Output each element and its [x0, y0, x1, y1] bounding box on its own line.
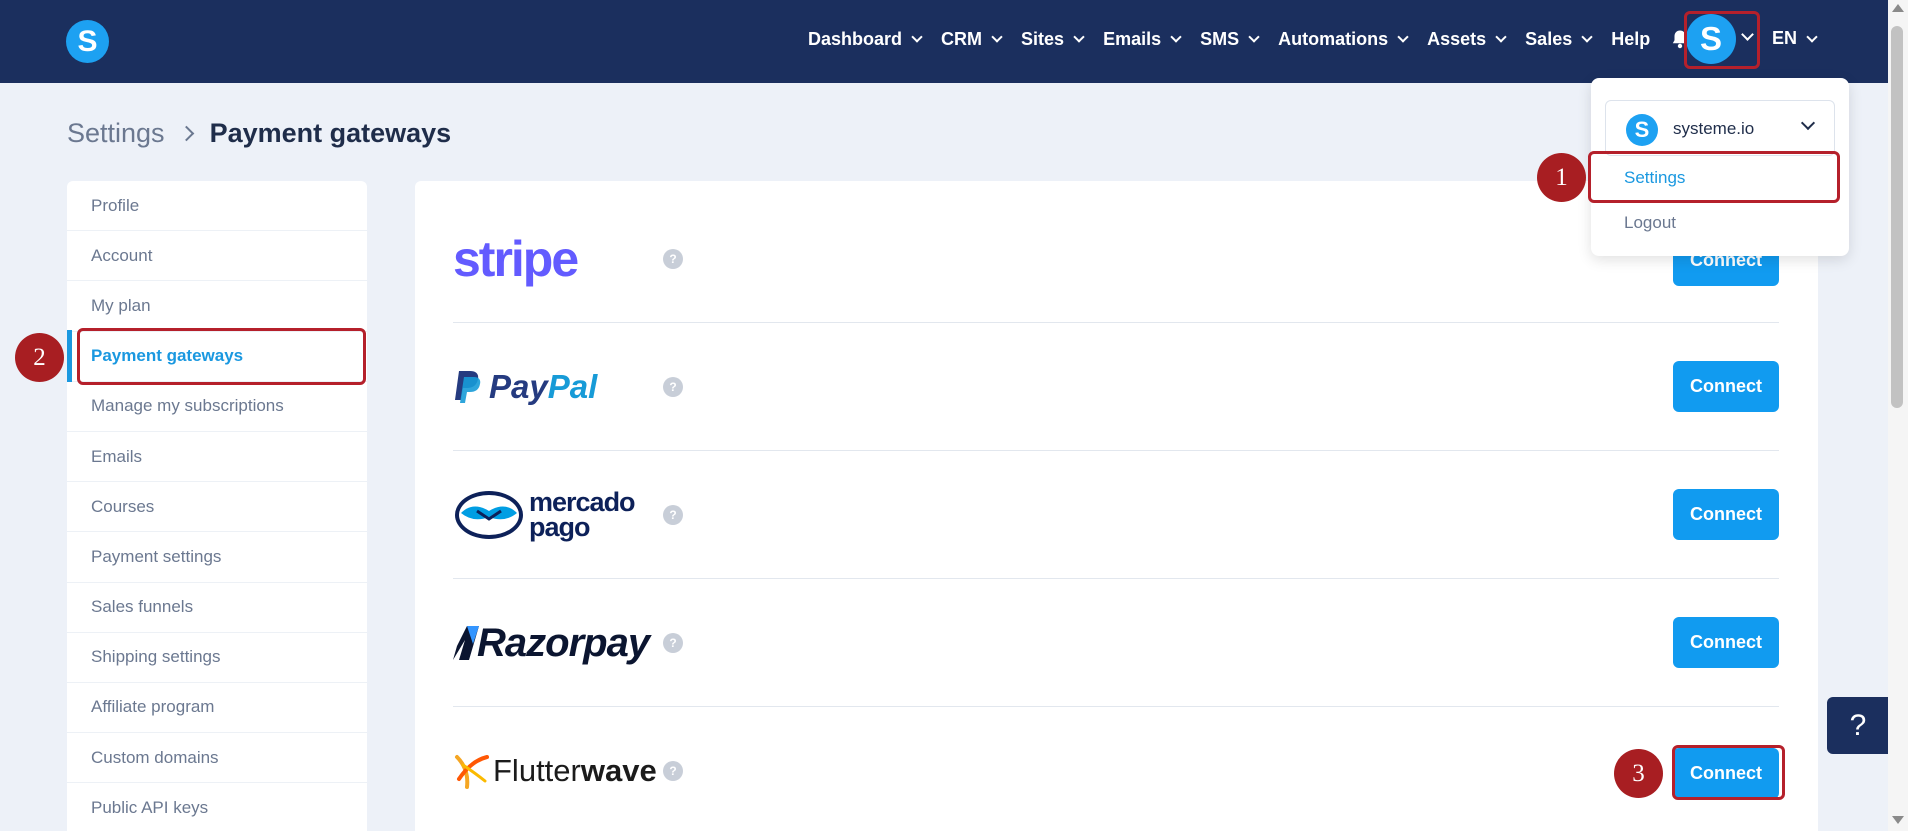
chevron-down-icon [1073, 31, 1085, 43]
top-navbar: S Dashboard CRM Sites Emails SMS Automat… [0, 0, 1908, 83]
gateway-row-paypal: PayPal ? Connect [453, 323, 1779, 451]
highlight-payment-gateways [77, 328, 366, 385]
language-selector[interactable]: EN [1772, 28, 1818, 49]
step-marker-3: 3 [1614, 749, 1663, 798]
stripe-logo: stripe [453, 195, 663, 323]
account-logo: S [1626, 114, 1658, 146]
sidebar-item-my-plan[interactable]: My plan [67, 281, 367, 332]
systeme-logo[interactable]: S [66, 20, 109, 63]
scroll-down-arrow-icon[interactable] [1892, 816, 1904, 824]
nav-label: Automations [1278, 28, 1389, 49]
chevron-down-icon [911, 31, 923, 43]
mercadopago-logo: mercado pago [453, 451, 663, 579]
nav-label: Emails [1103, 28, 1162, 49]
chevron-down-icon [1495, 31, 1507, 43]
mercadopago-line2: pago [529, 512, 590, 542]
chevron-right-icon [178, 125, 194, 142]
flutterwave-mark-icon [455, 755, 489, 789]
help-icon[interactable]: ? [663, 249, 683, 269]
mercadopago-logo-text: mercado pago [529, 489, 636, 542]
sidebar-item-manage-subscriptions[interactable]: Manage my subscriptions [67, 382, 367, 432]
nav-sms[interactable]: SMS [1200, 28, 1260, 50]
nav-label: Sales [1525, 28, 1573, 49]
sidebar-item-custom-domains[interactable]: Custom domains [67, 733, 367, 784]
nav-label: Sites [1021, 28, 1065, 49]
sidebar-item-emails[interactable]: Emails [67, 432, 367, 483]
nav-label: CRM [941, 28, 983, 49]
help-icon[interactable]: ? [663, 377, 683, 397]
paypal-connect-button[interactable]: Connect [1673, 361, 1779, 412]
help-icon[interactable]: ? [663, 761, 683, 781]
razorpay-connect-button[interactable]: Connect [1673, 617, 1779, 668]
scrollbar-thumb[interactable] [1891, 26, 1903, 408]
account-switcher[interactable]: S systeme.io [1605, 100, 1835, 156]
chevron-down-icon [1248, 31, 1260, 43]
sidebar-item-profile[interactable]: Profile [67, 181, 367, 232]
breadcrumb: Settings Payment gateways [67, 118, 451, 149]
sidebar-item-courses[interactable]: Courses [67, 482, 367, 533]
nav-automations[interactable]: Automations [1278, 28, 1409, 50]
chevron-down-icon [1581, 31, 1593, 43]
page-title: Payment gateways [209, 118, 452, 148]
nav-crm[interactable]: CRM [941, 28, 1003, 50]
step-marker-1: 1 [1537, 153, 1586, 202]
paypal-text-pal: Pal [547, 368, 598, 405]
nav-emails[interactable]: Emails [1103, 28, 1182, 50]
razorpay-mark-icon [453, 626, 479, 660]
nav-sites[interactable]: Sites [1021, 28, 1085, 50]
mercadopago-connect-button[interactable]: Connect [1673, 489, 1779, 540]
razorpay-logo: Razorpay [453, 579, 663, 707]
sidebar-item-affiliate-program[interactable]: Affiliate program [67, 683, 367, 734]
gateway-row-stripe: stripe ? Connect [453, 195, 1779, 323]
nav-label: SMS [1200, 28, 1240, 49]
sidebar-item-account[interactable]: Account [67, 231, 367, 282]
active-indicator [67, 330, 72, 382]
help-icon[interactable]: ? [663, 505, 683, 525]
flutterwave-logo: Flutterwave [453, 707, 663, 831]
nav-sales[interactable]: Sales [1525, 28, 1593, 50]
chevron-down-icon [1170, 31, 1182, 43]
sidebar-item-public-api-keys[interactable]: Public API keys [67, 783, 367, 831]
nav-assets[interactable]: Assets [1427, 28, 1507, 50]
nav-label: Dashboard [808, 28, 903, 49]
main-nav: Dashboard CRM Sites Emails SMS Automatio… [808, 0, 1712, 78]
step-marker-2: 2 [15, 333, 64, 382]
settings-sidebar: Profile Account My plan Payment gateways… [67, 181, 367, 831]
paypal-logo-text: PayPal [489, 368, 597, 406]
gateway-row-razorpay: Razorpay ? Connect [453, 579, 1779, 707]
gateway-row-flutterwave: Flutterwave ? Connect [453, 707, 1779, 831]
avatar-highlight [1684, 11, 1760, 69]
scroll-up-arrow-icon[interactable] [1892, 4, 1904, 12]
breadcrumb-settings[interactable]: Settings [67, 118, 165, 149]
flutterwave-text-a: Flutter [493, 753, 581, 788]
paypal-logo: PayPal [453, 323, 663, 451]
sidebar-item-shipping-settings[interactable]: Shipping settings [67, 633, 367, 683]
sidebar-item-sales-funnels[interactable]: Sales funnels [67, 583, 367, 633]
account-name: systeme.io [1673, 119, 1755, 138]
chevron-down-icon [1397, 31, 1409, 43]
nav-dashboard[interactable]: Dashboard [808, 28, 923, 50]
language-label: EN [1772, 28, 1798, 48]
help-icon[interactable]: ? [663, 633, 683, 653]
paypal-text-pay: Pay [489, 368, 548, 405]
nav-label: Assets [1427, 28, 1487, 49]
highlight-flutterwave-connect [1672, 745, 1785, 800]
highlight-settings [1588, 151, 1840, 203]
mercadopago-handshake-icon [455, 491, 523, 539]
flutterwave-text-b: wave [580, 753, 657, 788]
razorpay-logo-text: Razorpay [477, 620, 650, 665]
flutterwave-logo-text: Flutterwave [493, 753, 657, 789]
paypal-p-icon [455, 371, 481, 403]
help-widget-button[interactable]: ? [1827, 697, 1889, 754]
chevron-down-icon [991, 31, 1003, 43]
stripe-logo-text: stripe [453, 231, 579, 287]
gateway-row-mercadopago: mercado pago ? Connect [453, 451, 1779, 579]
chevron-down-icon [1806, 30, 1818, 43]
sidebar-item-payment-settings[interactable]: Payment settings [67, 532, 367, 583]
nav-help[interactable]: Help [1611, 29, 1650, 50]
chevron-down-icon [1800, 115, 1816, 131]
nav-label: Help [1611, 28, 1651, 49]
dropdown-logout[interactable]: Logout [1624, 213, 1676, 233]
